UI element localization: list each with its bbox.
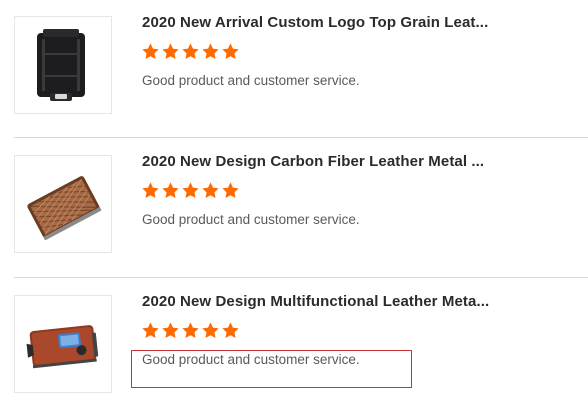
star-icon [202, 182, 219, 199]
product-thumbnail[interactable] [14, 155, 112, 253]
product-title[interactable]: 2020 New Arrival Custom Logo Top Grain L… [142, 14, 488, 31]
product-title[interactable]: 2020 New Design Multifunctional Leather … [142, 293, 489, 310]
star-icon [182, 43, 199, 60]
star-icon [222, 182, 239, 199]
carbon-fiber-brown-wallet-image [15, 156, 111, 252]
star-icon [202, 43, 219, 60]
divider [14, 277, 588, 278]
rating-stars [141, 181, 240, 205]
review-comment: Good product and customer service. [142, 73, 360, 88]
star-icon [202, 322, 219, 339]
review-item: 2020 New Design Carbon Fiber Leather Met… [0, 139, 588, 279]
review-item: 2020 New Design Multifunctional Leather … [0, 279, 588, 419]
review-list: 2020 New Arrival Custom Logo Top Grain L… [0, 0, 588, 414]
divider [14, 137, 588, 138]
star-icon [222, 322, 239, 339]
star-icon [162, 182, 179, 199]
star-icon [142, 182, 159, 199]
star-icon [142, 43, 159, 60]
black-metal-card-holder-image [15, 17, 111, 113]
star-icon [182, 182, 199, 199]
review-item: 2020 New Arrival Custom Logo Top Grain L… [0, 0, 588, 140]
product-title[interactable]: 2020 New Design Carbon Fiber Leather Met… [142, 153, 484, 170]
rating-stars [141, 321, 240, 345]
review-comment: Good product and customer service. [142, 352, 360, 367]
star-icon [162, 43, 179, 60]
review-comment: Good product and customer service. [142, 212, 360, 227]
star-icon [162, 322, 179, 339]
star-icon [142, 322, 159, 339]
star-icon [222, 43, 239, 60]
product-thumbnail[interactable] [14, 16, 112, 114]
rating-stars [141, 42, 240, 66]
brown-leather-wallet-image [15, 296, 111, 392]
star-icon [182, 322, 199, 339]
product-thumbnail[interactable] [14, 295, 112, 393]
